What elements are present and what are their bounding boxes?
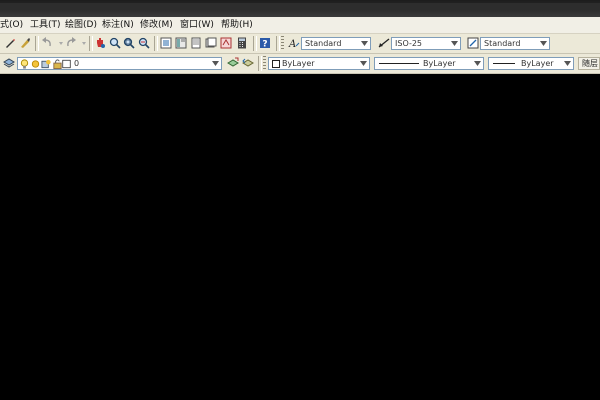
menu-dimension[interactable]: 标注(N)	[102, 19, 134, 31]
color-value: ByLayer	[282, 59, 315, 68]
table-style-value: Standard	[484, 39, 521, 48]
color-control-select[interactable]: ByLayer	[268, 57, 370, 70]
menu-tools[interactable]: 工具(T)	[30, 19, 61, 31]
title-bar-highlight	[0, 3, 600, 9]
linetype-control-select[interactable]: ByLayer	[374, 57, 484, 70]
separator	[154, 36, 158, 51]
separator	[253, 36, 257, 51]
text-style-value: Standard	[305, 39, 342, 48]
properties-icon[interactable]	[159, 36, 173, 50]
dimension-style-value: ISO-25	[395, 39, 423, 48]
menu-format[interactable]: 式(O)	[0, 19, 23, 31]
make-object-layer-current-icon[interactable]	[226, 56, 240, 70]
lineweight-sample	[493, 63, 515, 64]
standard-toolbar: ? A Standard ISO-25 Standard	[0, 34, 600, 54]
lightbulb-icon	[19, 58, 30, 69]
zoom-realtime-icon[interactable]	[108, 36, 122, 50]
chevron-down-icon	[359, 59, 368, 68]
color-swatch-icon	[272, 60, 280, 68]
undo-icon[interactable]	[40, 36, 54, 50]
svg-text:A: A	[288, 39, 296, 49]
toolbar-grip[interactable]	[263, 56, 266, 71]
lineweight-value: ByLayer	[521, 59, 554, 68]
zoom-window-icon[interactable]	[122, 36, 136, 50]
table-style-select[interactable]: Standard	[480, 37, 550, 50]
layers-properties-toolbar: 0 ByLayer ByLayer ByLayer 随层	[0, 54, 600, 74]
dimension-style-icon[interactable]	[377, 36, 391, 50]
redo-icon[interactable]	[64, 36, 78, 50]
menu-draw[interactable]: 绘图(D)	[65, 19, 97, 31]
zoom-previous-icon[interactable]	[137, 36, 151, 50]
chevron-down-icon	[539, 39, 548, 48]
text-style-select[interactable]: Standard	[301, 37, 371, 50]
table-style-icon[interactable]	[466, 36, 480, 50]
text-style-icon[interactable]: A	[287, 36, 301, 50]
application-chrome: 式(O) 工具(T) 绘图(D) 标注(N) 修改(M) 窗口(W) 帮助(H)	[0, 0, 600, 74]
calculator-icon[interactable]	[235, 36, 249, 50]
menu-help[interactable]: 帮助(H)	[221, 19, 253, 31]
chevron-down-icon	[563, 59, 572, 68]
layer-previous-icon[interactable]	[241, 56, 255, 70]
layer-manager-icon[interactable]	[2, 56, 16, 70]
viewport-freeze-icon	[41, 58, 52, 69]
menu-window[interactable]: 窗口(W)	[180, 19, 214, 31]
help-icon[interactable]: ?	[258, 36, 272, 50]
markup-icon[interactable]	[219, 36, 233, 50]
color-swatch-icon	[62, 59, 71, 68]
sheet-set-icon[interactable]	[204, 36, 218, 50]
menu-modify[interactable]: 修改(M)	[140, 19, 173, 31]
pencil-icon[interactable]	[3, 36, 17, 50]
linetype-sample	[379, 63, 419, 64]
separator	[276, 36, 280, 51]
sun-freeze-icon	[30, 58, 41, 69]
separator	[35, 36, 39, 51]
linetype-value: ByLayer	[423, 59, 456, 68]
toolbar-grip[interactable]	[281, 36, 284, 51]
layer-select[interactable]: 0	[17, 57, 222, 70]
separator	[258, 56, 262, 71]
lineweight-control-select[interactable]: ByLayer	[488, 57, 574, 70]
title-bar	[0, 0, 600, 17]
pan-hand-icon[interactable]	[93, 36, 107, 50]
chevron-down-icon	[211, 59, 220, 68]
svg-text:?: ?	[262, 40, 267, 50]
chevron-down-icon	[360, 39, 369, 48]
drawing-canvas[interactable]	[0, 74, 600, 400]
chevron-down-icon	[473, 59, 482, 68]
chevron-down-icon	[450, 39, 459, 48]
tool-palettes-icon[interactable]	[189, 36, 203, 50]
menu-bar: 式(O) 工具(T) 绘图(D) 标注(N) 修改(M) 窗口(W) 帮助(H)	[0, 17, 600, 34]
design-center-icon[interactable]	[174, 36, 188, 50]
layer-name: 0	[74, 59, 80, 68]
paint-brush-icon[interactable]	[18, 36, 32, 50]
dimension-style-select[interactable]: ISO-25	[391, 37, 461, 50]
plot-style-control[interactable]: 随层	[578, 57, 600, 70]
